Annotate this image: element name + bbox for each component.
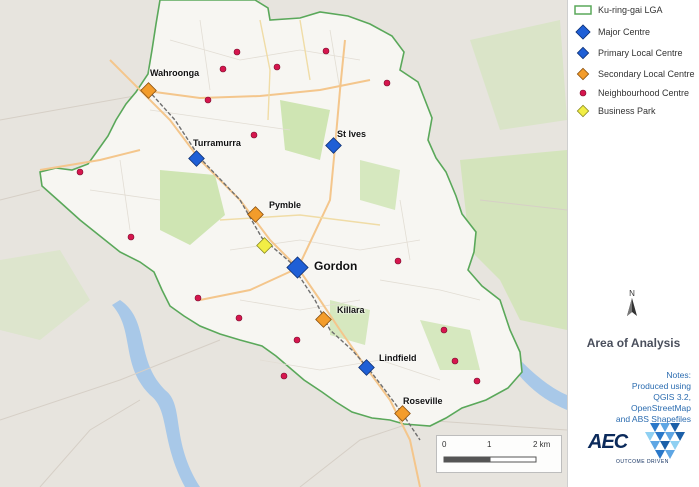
neighbourhood-circle-icon (579, 89, 587, 97)
legend-label: Major Centre (598, 27, 651, 37)
neighbourhood-centre[interactable] (127, 233, 135, 241)
place-label-wahroonga: Wahroonga (150, 68, 200, 78)
neighbourhood-centre[interactable] (76, 168, 84, 176)
area-title: Area of Analysis (586, 336, 681, 350)
lga-swatch-icon (574, 5, 592, 15)
legend-label: Secondary Local Centre (598, 69, 695, 79)
neighbourhood-centre[interactable] (394, 257, 402, 265)
neighbourhood-centre[interactable] (322, 47, 330, 55)
legend-label: Neighbourhood Centre (598, 88, 690, 98)
neighbourhood-centre[interactable] (451, 357, 459, 365)
neighbourhood-centre[interactable] (219, 65, 227, 73)
legend-item-lga: Ku-ring-gai LGA (574, 5, 663, 15)
legend-label: Ku-ring-gai LGA (598, 5, 663, 15)
logo-mark-icon (645, 423, 685, 459)
scale-graphic (443, 456, 537, 463)
north-arrow-icon: N (627, 289, 637, 316)
neighbourhood-centre[interactable] (383, 79, 391, 87)
neighbourhood-centre[interactable] (280, 372, 288, 380)
place-label-gordon: Gordon (314, 259, 358, 273)
neighbourhood-centre[interactable] (233, 48, 241, 56)
place-label-killara: Killara (337, 305, 365, 315)
place-label-pymble: Pymble (269, 200, 302, 210)
notes-line: Notes: (666, 370, 691, 380)
north-label: N (629, 289, 635, 298)
neighbourhood-centre[interactable] (194, 294, 202, 302)
place-label-st-ives: St Ives (337, 129, 367, 139)
business-park-diamond-icon (576, 104, 590, 118)
legend-panel: Ku-ring-gai LGA Major Centre Primary Loc… (567, 0, 699, 487)
neighbourhood-centre[interactable] (204, 96, 212, 104)
notes-block: Notes: Produced using QGIS 3.2, OpenStre… (571, 370, 691, 425)
legend-item-major: Major Centre (574, 24, 650, 40)
neighbourhood-centre[interactable] (235, 314, 243, 322)
secondary-diamond-icon (576, 67, 590, 81)
neighbourhood-centre[interactable] (440, 326, 448, 334)
neighbourhood-centre[interactable] (250, 131, 258, 139)
aec-logo: AEC OUTCOME DRIVEN (588, 423, 693, 473)
neighbourhood-centre[interactable] (273, 63, 281, 71)
place-label-turramurra: Turramurra (193, 138, 241, 148)
map-canvas[interactable]: Wahroonga Turramurra St Ives Pymble Gord… (0, 0, 567, 487)
neighbourhood-centre[interactable] (293, 336, 301, 344)
scale-bar: 0 1 2 km (436, 435, 562, 473)
place-label-roseville: Roseville (403, 396, 443, 406)
place-label-lindfield: Lindfield (379, 353, 417, 363)
map-layout: Wahroonga Turramurra St Ives Pymble Gord… (0, 0, 699, 487)
map-svg (0, 0, 567, 487)
legend-item-business-park: Business Park (574, 104, 656, 118)
logo-text: AEC (588, 431, 628, 453)
notes-line: Produced using (631, 381, 691, 391)
notes-line: OpenStreetMap (630, 403, 691, 413)
notes-line: QGIS 3.2, (653, 392, 691, 402)
major-diamond-icon (575, 24, 591, 40)
legend-item-primary: Primary Local Centre (574, 46, 683, 60)
neighbourhood-centre[interactable] (473, 377, 481, 385)
primary-diamond-icon (576, 46, 590, 60)
legend-item-secondary: Secondary Local Centre (574, 67, 695, 81)
legend-label: Business Park (598, 106, 656, 116)
legend-item-neighbourhood: Neighbourhood Centre (574, 87, 689, 99)
legend-label: Primary Local Centre (598, 48, 683, 58)
